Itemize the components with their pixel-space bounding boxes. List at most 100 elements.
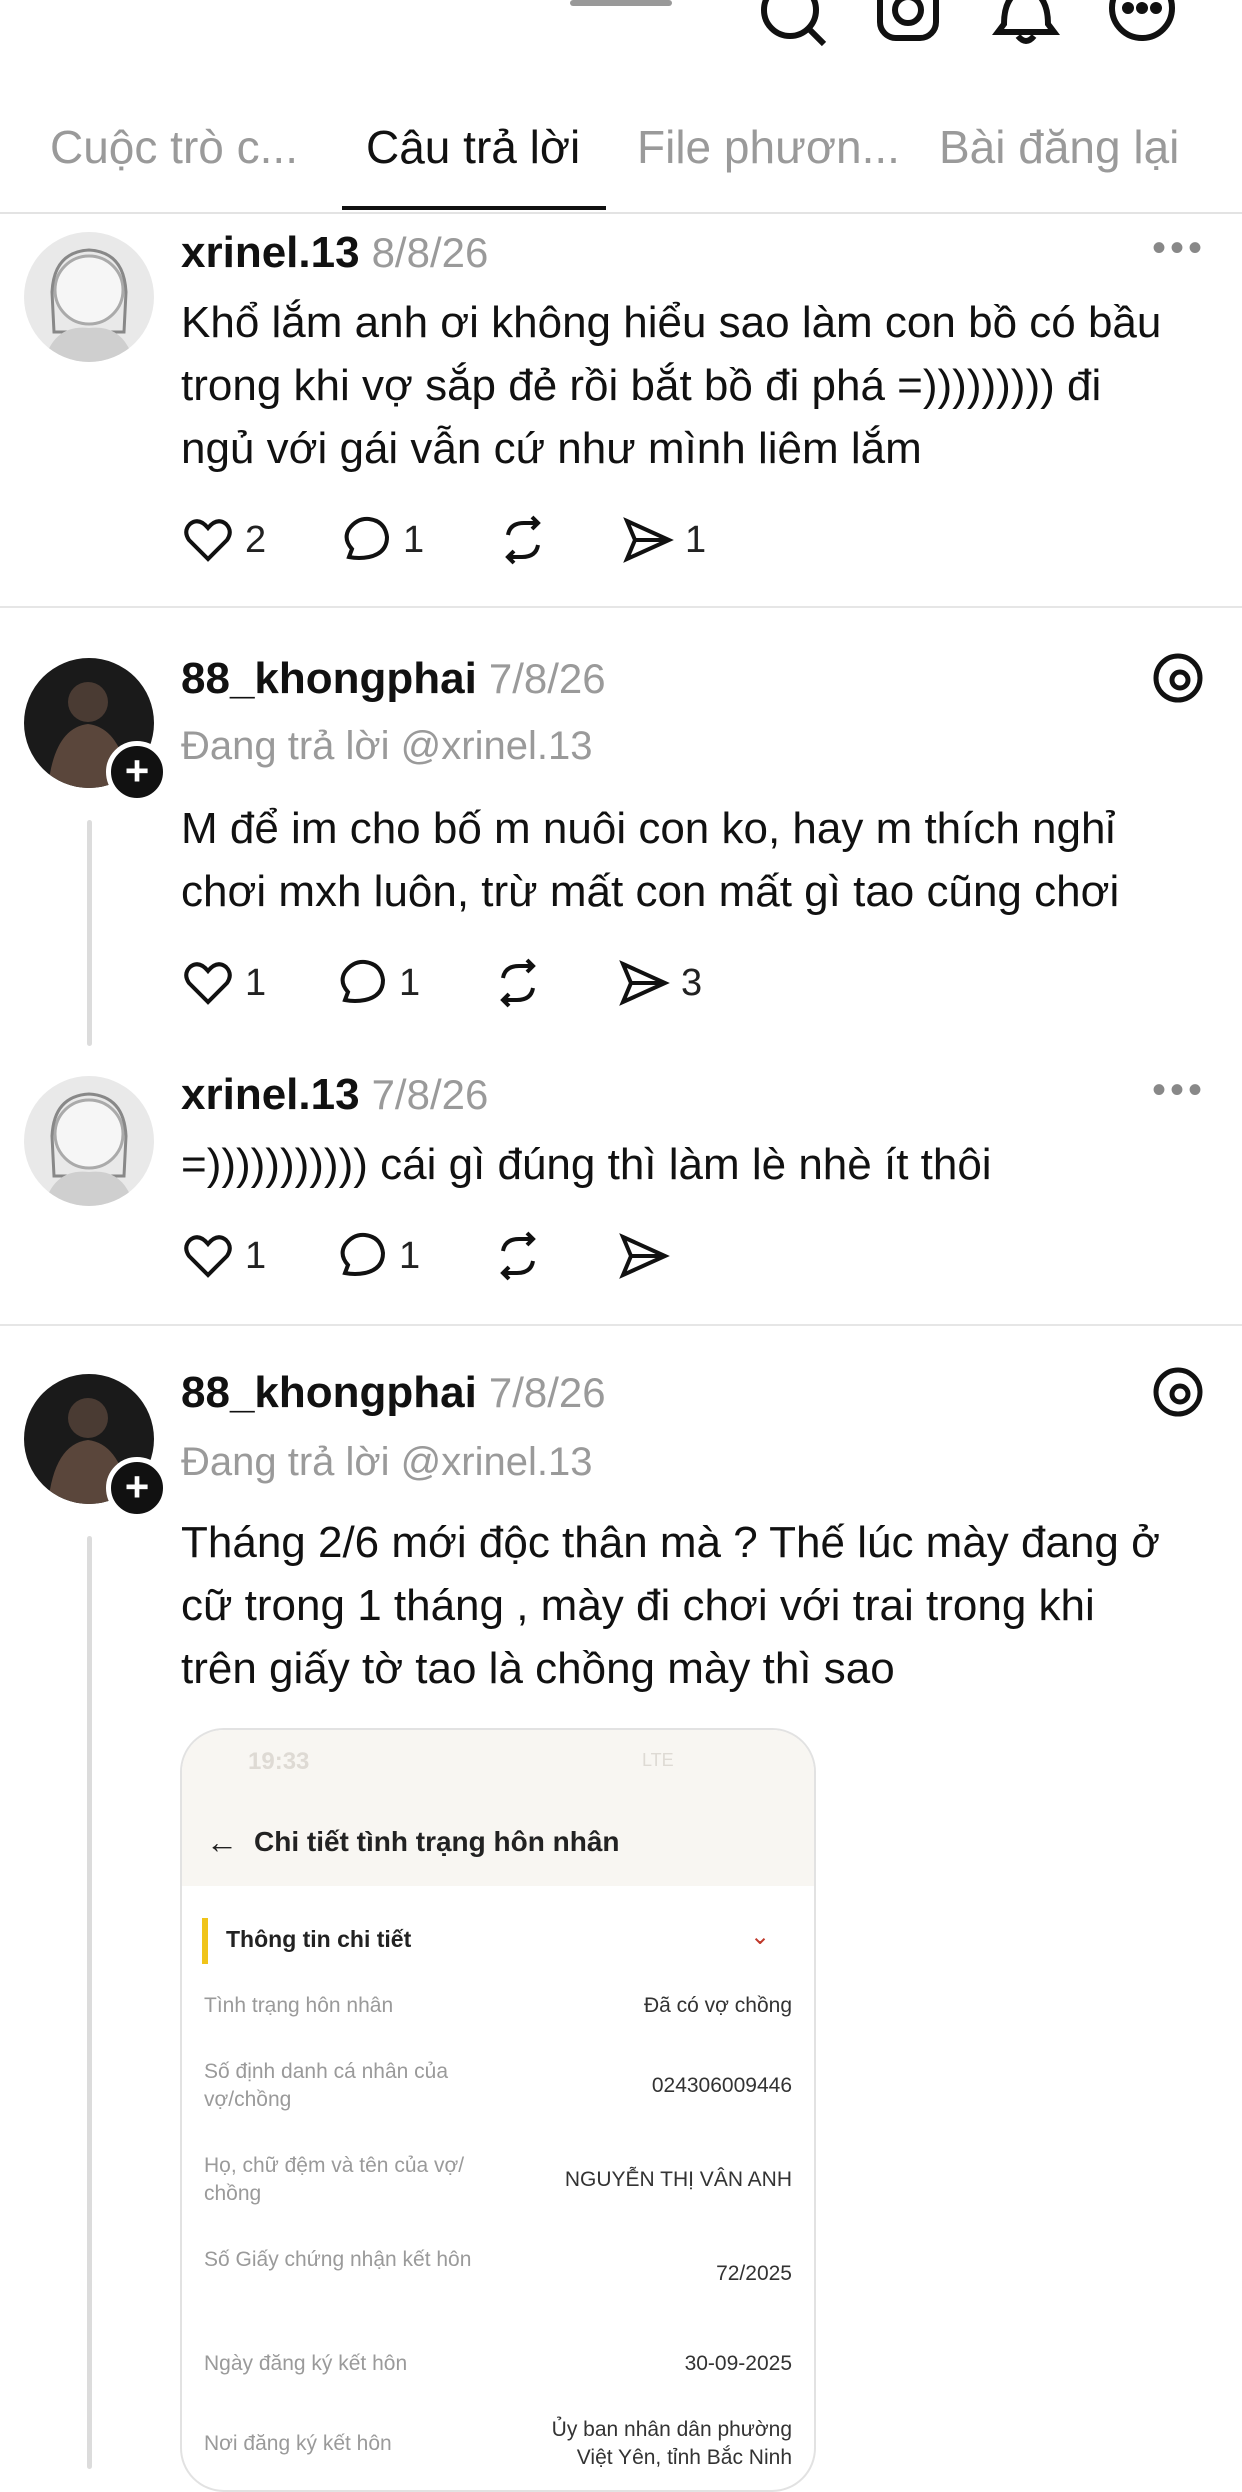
comment-count: 1 [399,1234,421,1277]
detail-value: 72/2025 [716,2262,792,2285]
send-icon [619,960,670,1006]
chevron-down-icon: ⌄ [750,1923,771,1950]
username[interactable]: xrinel.13 [181,228,360,277]
username[interactable]: 88_khongphai [181,1368,477,1417]
like-button[interactable]: 1 [181,953,266,1013]
post-text: Tháng 2/6 mới độc thân mà ? Thế lúc mày … [181,1511,1242,1700]
repost-button[interactable] [496,510,550,570]
post-text: M để im cho bố m nuôi con ko, hay m thíc… [181,797,1242,923]
attached-image[interactable]: 19:33 LTE ← Chi tiết tình trạng hôn nhân… [180,1728,816,2492]
comment-button[interactable]: 1 [335,953,420,1013]
share-button[interactable]: 1 [621,510,706,570]
repost-icon [500,1231,536,1281]
like-count: 1 [245,961,267,1004]
heart-icon [184,1235,232,1278]
status-time: 19:33 [248,1748,310,1775]
post-text: Khổ lắm anh ơi không hiểu sao làm con bồ… [181,291,1242,480]
post-text-line: cữ trong 1 tháng , mày đi chơi với trai … [181,1581,1095,1630]
post-header: 88_khongphai 7/8/26 [181,654,606,704]
reply-context[interactable]: Đang trả lời @xrinel.13 [181,724,592,769]
repost-button[interactable] [491,1226,545,1286]
tab-replies[interactable]: Câu trả lời [366,120,580,174]
thread-line [87,820,92,1046]
post-text-line: ngủ với gái vẫn cứ như mình liêm lắm [181,424,922,473]
post-actions: 2 1 1 [181,510,881,570]
username[interactable]: xrinel.13 [181,1070,360,1119]
send-icon [619,1233,670,1279]
comment-button[interactable]: 1 [335,1226,420,1286]
sheet-handle[interactable] [570,0,672,6]
post-header: 88_khongphai 7/8/26 [181,1368,606,1418]
detail-value: Đã có vợ chồng [643,1994,792,2017]
active-tab-indicator [342,206,606,210]
post-text-line: trên giấy tờ tao là chồng mày thì sao [181,1644,895,1693]
detail-label: Ngày đăng ký kết hôn [204,2352,408,2375]
post-text-line: =))))))))))) cái gì đúng thì làm lè nhè … [181,1140,992,1189]
post-text-line: Khổ lắm anh ơi không hiểu sao làm con bồ… [181,298,1162,347]
attachment-header: 19:33 LTE ← Chi tiết tình trạng hôn nhân [182,1730,814,1886]
repost-button[interactable] [491,953,545,1013]
post-text-line: Tháng 2/6 mới độc thân mà ? Thế lúc mày … [181,1518,1160,1567]
share-count: 3 [681,961,703,1004]
detail-value: 024306009446 [651,2074,792,2097]
section-title: Thông tin chi tiết [226,1926,412,1952]
repost-icon [505,515,541,565]
username[interactable]: 88_khongphai [181,654,477,703]
status-network: LTE [642,1750,674,1770]
tab-reposts[interactable]: Bài đăng lại [939,120,1179,174]
detail-label: Nơi đăng ký kết hôn [204,2432,392,2455]
repost-icon [500,958,536,1008]
threads-icon[interactable] [1150,1364,1206,1425]
avatar[interactable] [24,1076,154,1206]
post-date: 7/8/26 [488,655,606,702]
post-actions: 1 1 [181,1226,881,1286]
more-options-icon[interactable]: ••• [1152,1068,1206,1113]
detail-value: Ủy ban nhân dân phường Việt Yên, tỉnh Bắ… [551,2418,792,2469]
post-text-line: chơi mxh luôn, trừ mất con mất gì tao cũ… [181,867,1120,916]
post-header: xrinel.13 8/8/26 [181,228,488,278]
avatar[interactable] [24,232,154,362]
comment-count: 1 [399,961,421,1004]
like-button[interactable]: 2 [181,510,266,570]
like-button[interactable]: 1 [181,1226,266,1286]
follow-button[interactable]: + [106,1457,168,1519]
post-actions: 1 1 3 [181,953,881,1013]
tab-threads[interactable]: Cuộc trò c... [50,120,298,174]
search-icon[interactable] [754,0,834,60]
detail-value: 30-09-2025 [684,2352,792,2375]
threads-icon[interactable] [1150,650,1206,711]
more-options-icon[interactable] [1102,0,1182,60]
detail-value: NGUYỄN THỊ VÂN ANH [564,2168,792,2191]
share-button[interactable] [617,1226,671,1286]
post-date: 7/8/26 [371,1071,489,1118]
thread-line [87,1536,92,2469]
post-text-line: M để im cho bố m nuôi con ko, hay m thíc… [181,804,1116,853]
follow-button[interactable]: + [106,741,168,803]
share-button[interactable]: 3 [617,953,702,1013]
section-accent [202,1918,208,1964]
comment-icon [340,959,386,1003]
profile-tabs: Cuộc trò c... Câu trả lời File phươn... … [0,100,1242,214]
post-date: 7/8/26 [488,1369,606,1416]
detail-label: Số định danh cá nhân của vợ/chồng [204,2060,449,2111]
post-text: =))))))))))) cái gì đúng thì làm lè nhè … [181,1133,1242,1196]
heart-icon [184,962,232,1005]
attachment-title: Chi tiết tình trạng hôn nhân [254,1826,620,1857]
post-divider [0,606,1242,608]
comment-count: 1 [403,518,425,561]
instagram-icon[interactable] [870,0,950,60]
comment-button[interactable]: 1 [339,510,424,570]
tab-media[interactable]: File phươn... [637,120,900,174]
like-count: 1 [245,1234,267,1277]
post-header: xrinel.13 7/8/26 [181,1070,488,1120]
post-text-line: trong khi vợ sắp đẻ rồi bắt bồ đi phá =)… [181,361,1102,410]
detail-label: Tình trạng hôn nhân [204,1994,394,2017]
bell-icon[interactable] [986,0,1066,60]
back-arrow-icon: ← [206,1824,238,1860]
comment-icon [344,516,390,560]
heart-icon [184,519,232,562]
detail-label: Họ, chữ đệm và tên của vợ/ chồng [204,2154,465,2205]
reply-context[interactable]: Đang trả lời @xrinel.13 [181,1440,592,1485]
like-count: 2 [245,518,267,561]
more-options-icon[interactable]: ••• [1152,226,1206,271]
